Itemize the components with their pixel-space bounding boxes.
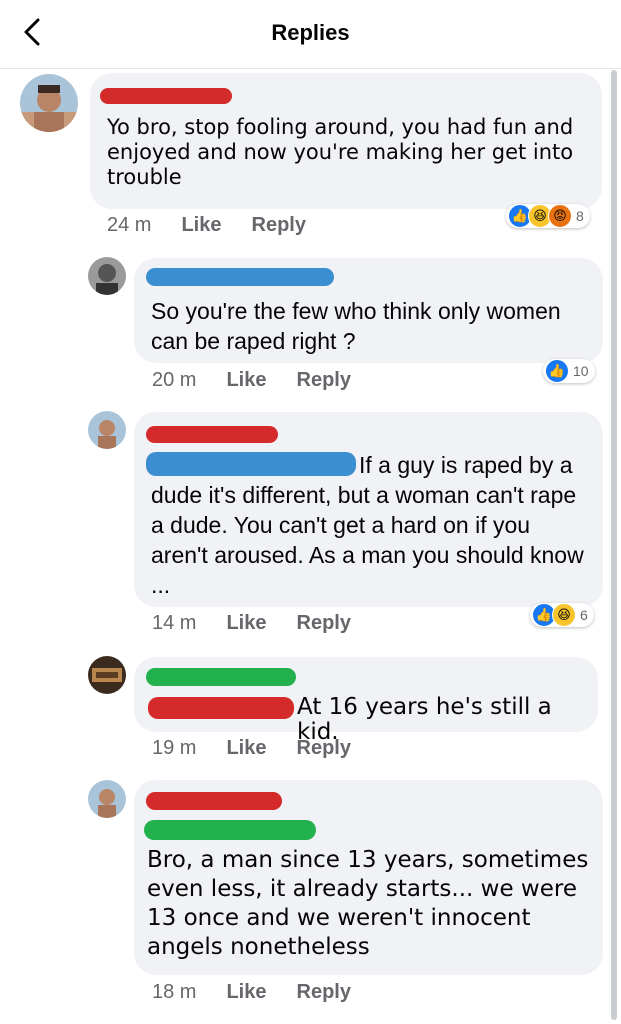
avatar[interactable]	[88, 257, 126, 295]
comment-time: 20 m	[152, 369, 197, 391]
comment-actions: 14 m Like Reply	[152, 612, 351, 635]
redacted-mention	[148, 697, 294, 719]
comment-text-line1: If a guy is raped by a	[359, 452, 573, 478]
redacted-name	[100, 88, 232, 104]
reply-button[interactable]: Reply	[297, 981, 351, 1004]
comment-actions: 19 m Like Reply	[152, 737, 351, 760]
top-bar: Replies	[0, 0, 621, 69]
comment-time: 24 m	[107, 214, 152, 236]
reply-button[interactable]: Reply	[297, 612, 351, 635]
reaction-summary[interactable]: 👍 😆 6	[530, 603, 594, 627]
comment-text: dude it's different, but a woman can't r…	[151, 482, 584, 598]
like-button[interactable]: Like	[226, 981, 266, 1004]
like-button[interactable]: Like	[226, 369, 266, 392]
redacted-name	[146, 426, 278, 443]
like-button[interactable]: Like	[226, 612, 266, 635]
reaction-summary[interactable]: 👍 😆 😡 8	[506, 204, 590, 228]
reply-button[interactable]: Reply	[297, 369, 351, 392]
page-title: Replies	[271, 20, 350, 45]
comment-text: Bro, a man since 13 years, sometimes eve…	[147, 847, 589, 960]
reaction-summary[interactable]: 👍 10	[543, 359, 595, 383]
redacted-mention	[146, 452, 356, 476]
comment-actions: 20 m Like Reply	[152, 369, 351, 392]
comment-text: So you're the few who think only women c…	[151, 298, 561, 354]
comment-actions: 24 m Like Reply	[107, 214, 306, 237]
avatar[interactable]	[88, 780, 126, 818]
comment-time: 18 m	[152, 981, 197, 1003]
comment-time: 14 m	[152, 612, 197, 634]
reaction-count: 8	[576, 208, 584, 224]
comment-text: Yo bro, stop fooling around, you had fun…	[107, 115, 574, 189]
angry-icon: 😡	[548, 204, 572, 228]
reaction-count: 10	[573, 363, 589, 379]
comment-time: 19 m	[152, 737, 197, 759]
haha-icon: 😆	[552, 603, 576, 627]
avatar[interactable]	[20, 74, 78, 132]
scrollbar[interactable]	[611, 70, 617, 1020]
reply-button[interactable]: Reply	[297, 737, 351, 760]
comment-actions: 18 m Like Reply	[152, 981, 351, 1004]
redacted-name	[146, 268, 334, 286]
redacted-name	[146, 668, 296, 686]
reply-button[interactable]: Reply	[252, 214, 306, 237]
redacted-mention	[144, 820, 316, 840]
like-icon: 👍	[545, 359, 569, 383]
like-button[interactable]: Like	[181, 214, 221, 237]
reaction-count: 6	[580, 607, 588, 623]
redacted-name	[146, 792, 282, 810]
like-button[interactable]: Like	[226, 737, 266, 760]
avatar[interactable]	[88, 411, 126, 449]
avatar[interactable]	[88, 656, 126, 694]
